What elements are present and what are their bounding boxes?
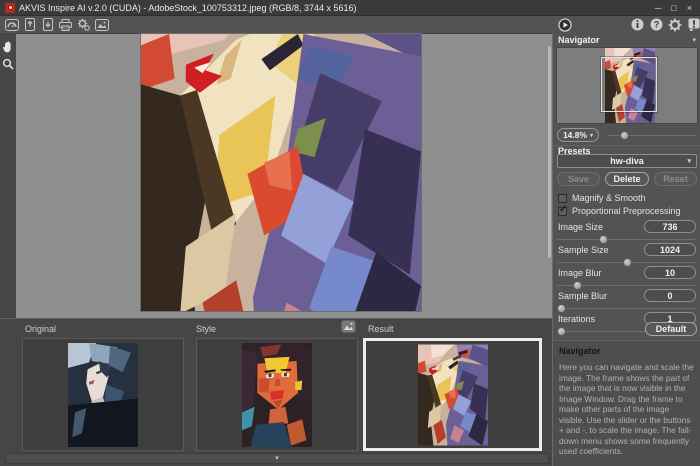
window-title: AKVIS Inspire AI v.2.0 (CUDA) - AdobeSto…: [19, 3, 357, 13]
navigator-view-frame[interactable]: [601, 57, 657, 112]
svg-text:?: ?: [654, 20, 660, 30]
navigator-title: Navigator: [558, 35, 600, 45]
sample-size-value[interactable]: 1024: [644, 243, 696, 256]
tool-strip: [0, 33, 16, 318]
sample-blur-label: Sample Blur: [558, 291, 607, 301]
info-icon[interactable]: [630, 18, 645, 31]
default-button[interactable]: Default: [645, 322, 697, 336]
result-label: Result: [368, 324, 394, 334]
zoom-percent-value: 14.8%: [563, 130, 587, 140]
proportional-preprocessing-option[interactable]: ✓ Proportional Preprocessing: [558, 206, 681, 216]
magnify-smooth-checkbox[interactable]: [558, 194, 567, 203]
image-blur-value[interactable]: 10: [644, 266, 696, 279]
filmstrip-panel: Original Style Result ▾: [0, 318, 552, 466]
share-image-icon[interactable]: [94, 18, 109, 31]
zoom-tool-icon[interactable]: [2, 57, 14, 69]
canvas-vertical-scrollbar[interactable]: [548, 46, 551, 258]
image-window[interactable]: [16, 33, 552, 318]
open-image-icon[interactable]: [22, 18, 37, 31]
original-label: Original: [25, 324, 56, 334]
maximize-button[interactable]: □: [671, 3, 676, 13]
preset-dropdown-arrow-icon: ▾: [687, 157, 691, 165]
style-label: Style: [196, 324, 216, 334]
about-icon[interactable]: [686, 18, 700, 31]
preset-reset-button[interactable]: Reset: [654, 172, 697, 186]
zoom-dropdown-arrow-icon: ▾: [590, 132, 593, 139]
main-toolbar: ?: [0, 16, 700, 33]
iterations-label: Iterations: [558, 314, 595, 324]
sample-blur-value[interactable]: 0: [644, 289, 696, 302]
image-size-label: Image Size: [558, 222, 603, 232]
proportional-preprocessing-checkbox[interactable]: ✓: [558, 207, 567, 216]
app-logo-icon: [5, 3, 15, 13]
zoom-percent-dropdown[interactable]: 14.8% ▾: [557, 128, 599, 142]
help-icon[interactable]: ?: [649, 18, 664, 31]
hand-tool-icon[interactable]: [2, 40, 14, 52]
run-processing-icon[interactable]: [557, 18, 572, 31]
preferences-gear-icon[interactable]: [667, 18, 682, 31]
close-button[interactable]: ×: [687, 3, 692, 13]
print-icon[interactable]: [58, 18, 73, 31]
navigator-collapse-icon[interactable]: ▾: [692, 36, 696, 44]
preset-selected-value: hw-diva: [610, 156, 644, 166]
zoom-slider[interactable]: [608, 131, 696, 140]
app-window: { "window": { "title": "AKVIS Inspire AI…: [0, 0, 700, 466]
hint-panel: Navigator Here you can navigate and scal…: [553, 340, 700, 466]
preset-save-button[interactable]: Save: [557, 172, 600, 186]
style-thumbnail[interactable]: [196, 338, 358, 451]
image-size-value[interactable]: 736: [644, 220, 696, 233]
hint-text: Here you can navigate and scale the imag…: [559, 362, 695, 457]
save-image-icon[interactable]: [40, 18, 55, 31]
processed-image-view[interactable]: [141, 34, 421, 311]
image-blur-label: Image Blur: [558, 268, 602, 278]
sample-size-label: Sample Size: [558, 245, 609, 255]
filmstrip-collapse-bar[interactable]: ▾: [5, 453, 549, 464]
minimize-button[interactable]: ─: [655, 3, 661, 13]
hint-title: Navigator: [559, 346, 695, 356]
navigator-preview[interactable]: [556, 47, 698, 124]
original-thumbnail[interactable]: [22, 338, 184, 451]
batch-processing-icon[interactable]: [76, 18, 91, 31]
workspace-gauge-icon[interactable]: [4, 18, 19, 31]
preset-select[interactable]: hw-diva ▾: [557, 154, 697, 168]
title-bar: AKVIS Inspire AI v.2.0 (CUDA) - AdobeSto…: [0, 0, 700, 16]
collapse-arrow-icon: ▾: [275, 455, 279, 462]
preset-delete-button[interactable]: Delete: [605, 172, 649, 186]
navigator-header[interactable]: Navigator ▾: [553, 33, 700, 46]
result-thumbnail[interactable]: [363, 338, 542, 451]
zoom-slider-handle[interactable]: [620, 131, 629, 140]
style-gallery-icon[interactable]: [341, 320, 356, 334]
settings-panel: Navigator ▾ 14.8% ▾ Presets hw-diva ▾ Sa…: [552, 33, 700, 466]
magnify-smooth-option[interactable]: Magnify & Smooth: [558, 193, 646, 203]
